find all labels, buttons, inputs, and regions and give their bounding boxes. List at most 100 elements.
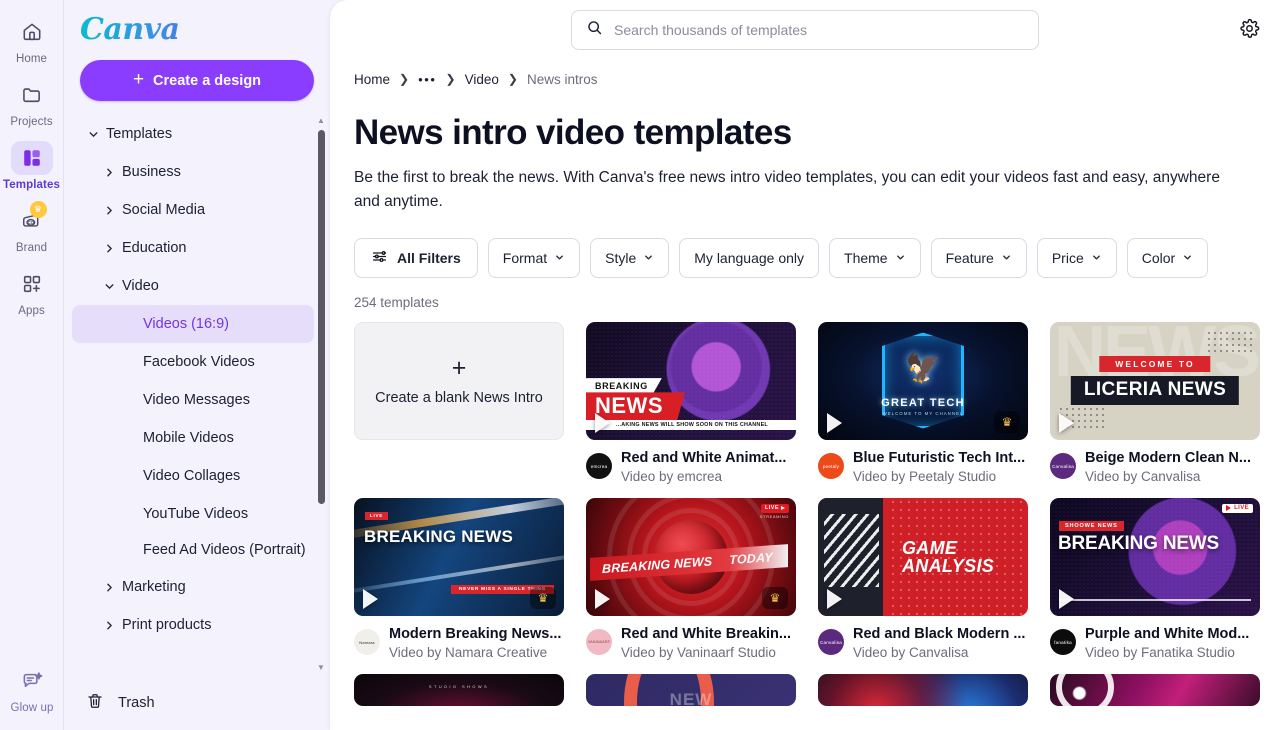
tree-item-social-media[interactable]: Social Media <box>72 191 314 229</box>
trash-icon <box>86 692 104 714</box>
avatar[interactable]: Canvalisa <box>818 629 844 655</box>
scroll-down-arrow-icon[interactable]: ▼ <box>317 664 325 672</box>
create-blank-news-intro-card[interactable]: + Create a blank News Intro <box>354 322 564 440</box>
play-icon[interactable] <box>1059 589 1074 609</box>
avatar[interactable]: Namara <box>354 629 380 655</box>
template-card[interactable]: GAME ANALYSIS Canvalisa Red and Black Mo… <box>818 498 1028 660</box>
tree-item-business[interactable]: Business <box>72 153 314 191</box>
breadcrumb-item-ellipsis[interactable]: ••• <box>418 72 436 87</box>
thumb-divider-line <box>1059 599 1251 601</box>
avatar[interactable]: VANINAARF <box>586 629 612 655</box>
pro-crown-badge: ♛ <box>994 411 1020 433</box>
thumbnail-dot-overlay <box>1050 498 1260 616</box>
canva-logo[interactable]: Canva <box>64 0 330 51</box>
template-thumbnail[interactable]: BREAKING NEWS TODAY LIVE STREAMING ♛ <box>586 498 796 616</box>
tree-label: Marketing <box>122 579 186 595</box>
rail-item-projects[interactable]: Projects <box>0 71 64 134</box>
rail-label-apps: Apps <box>18 305 45 317</box>
tree-label: Education <box>122 240 187 256</box>
breadcrumb-item-video[interactable]: Video <box>465 72 499 87</box>
template-card[interactable]: LIVE BREAKING NEWS NEVER MISS A SINGLE T… <box>354 498 564 660</box>
template-author: Video by Peetaly Studio <box>853 469 1025 484</box>
filter-feature-button[interactable]: Feature <box>931 238 1027 278</box>
rail-item-brand[interactable]: CO ♛ Brand <box>0 197 64 260</box>
template-card[interactable]: BREAKING NEWS ...AKING NEWS WILL SHOW SO… <box>586 322 796 484</box>
tree-item-videos-16-9[interactable]: Videos (16:9) <box>72 305 314 343</box>
live-label: LIVE <box>1234 505 1249 511</box>
sidebar-scrollbar-thumb[interactable] <box>317 129 326 505</box>
tree-item-education[interactable]: Education <box>72 229 314 267</box>
svg-text:CO: CO <box>27 220 34 225</box>
thumb-dotgrid <box>1206 330 1252 356</box>
chevron-right-icon: ❯ <box>399 72 409 86</box>
tree-item-youtube-videos[interactable]: YouTube Videos <box>72 495 314 533</box>
template-title: Red and White Animat... <box>621 449 786 467</box>
chevron-down-icon <box>1091 252 1102 265</box>
filter-format-button[interactable]: Format <box>488 238 580 278</box>
template-card[interactable]: BREAKING NEWS TODAY LIVE STREAMING ♛ VAN… <box>586 498 796 660</box>
thumb-stripes <box>824 514 879 587</box>
tree-item-facebook-videos[interactable]: Facebook Videos <box>72 343 314 381</box>
tree-item-video-collages[interactable]: Video Collages <box>72 457 314 495</box>
tree-item-feed-ad-videos-portrait[interactable]: Feed Ad Videos (Portrait) <box>72 533 314 568</box>
template-thumbnail[interactable] <box>1050 674 1260 706</box>
chevron-down-icon <box>895 252 906 265</box>
template-author: Video by emcrea <box>621 469 786 484</box>
tree-item-mobile-videos[interactable]: Mobile Videos <box>72 419 314 457</box>
template-title: Blue Futuristic Tech Int... <box>853 449 1025 467</box>
play-icon[interactable] <box>827 413 842 433</box>
filter-my-language-only-button[interactable]: My language only <box>679 238 819 278</box>
search-bar[interactable] <box>571 10 1039 50</box>
avatar[interactable]: emcrea <box>586 453 612 479</box>
template-card[interactable]: 🦅 GREAT TECH WELCOME TO MY CHANNEL ♛ pee… <box>818 322 1028 484</box>
filter-price-button[interactable]: Price <box>1037 238 1117 278</box>
tree-item-marketing[interactable]: Marketing <box>72 568 314 606</box>
play-icon[interactable] <box>827 589 842 609</box>
template-thumbnail[interactable]: 🦅 GREAT TECH WELCOME TO MY CHANNEL ♛ <box>818 322 1028 440</box>
rail-label-brand: Brand <box>16 242 47 254</box>
search-input[interactable] <box>614 22 1024 38</box>
tree-item-print-products[interactable]: Print products <box>72 606 314 644</box>
filter-theme-button[interactable]: Theme <box>829 238 921 278</box>
template-thumbnail[interactable]: NEWS WELCOME TO LICERIA NEWS <box>1050 322 1260 440</box>
play-triangle-icon <box>781 506 785 510</box>
template-card[interactable]: NEWS WELCOME TO LICERIA NEWS Canvalisa B… <box>1050 322 1260 484</box>
avatar[interactable]: Canvalisa <box>1050 453 1076 479</box>
rail-item-home[interactable]: Home <box>0 8 64 71</box>
settings-gear-button[interactable] <box>1232 13 1266 47</box>
template-thumbnail[interactable]: BREAKING NEWS ...AKING NEWS WILL SHOW SO… <box>586 322 796 440</box>
all-filters-button[interactable]: All Filters <box>354 238 478 278</box>
avatar[interactable]: peetaly <box>818 453 844 479</box>
rail-item-templates[interactable]: Templates <box>0 134 64 197</box>
left-icon-rail: Home Projects Templates <box>0 0 64 730</box>
play-icon[interactable] <box>363 589 378 609</box>
brand-kit-icon: CO ♛ <box>11 204 53 238</box>
template-thumbnail[interactable]: GAME ANALYSIS <box>818 498 1028 616</box>
filter-color-button[interactable]: Color <box>1127 238 1208 278</box>
template-author: Video by Namara Creative <box>389 645 561 660</box>
play-icon[interactable] <box>1059 413 1074 433</box>
page-title: News intro video templates <box>354 114 1256 153</box>
tree-item-video-messages[interactable]: Video Messages <box>72 381 314 419</box>
rail-item-glow-up[interactable]: Glow up <box>0 657 64 720</box>
template-thumbnail[interactable] <box>818 674 1028 706</box>
thumb-ticker: ...AKING NEWS WILL SHOW SOON ON THIS CHA… <box>586 420 796 430</box>
create-a-design-button[interactable]: + Create a design <box>80 60 314 101</box>
avatar[interactable]: fanatika <box>1050 629 1076 655</box>
scroll-up-arrow-icon[interactable]: ▲ <box>317 117 325 125</box>
play-icon[interactable] <box>595 589 610 609</box>
tree-item-templates[interactable]: Templates <box>72 115 314 153</box>
filter-my-language-only-label: My language only <box>694 250 804 266</box>
template-thumbnail[interactable]: SHOOWE NEWS BREAKING NEWS LIVE <box>1050 498 1260 616</box>
breadcrumb-item-home[interactable]: Home <box>354 72 390 87</box>
filter-feature-label: Feature <box>946 250 994 266</box>
template-thumbnail[interactable]: LIVE BREAKING NEWS NEVER MISS A SINGLE T… <box>354 498 564 616</box>
play-icon[interactable] <box>595 413 610 433</box>
sidebar-item-trash[interactable]: Trash <box>64 674 330 730</box>
tree-item-video[interactable]: Video <box>72 267 314 305</box>
template-thumbnail[interactable] <box>586 674 796 706</box>
template-thumbnail[interactable] <box>354 674 564 706</box>
rail-item-apps[interactable]: Apps <box>0 260 64 323</box>
filter-style-button[interactable]: Style <box>590 238 669 278</box>
template-card[interactable]: SHOOWE NEWS BREAKING NEWS LIVE fanatika … <box>1050 498 1260 660</box>
